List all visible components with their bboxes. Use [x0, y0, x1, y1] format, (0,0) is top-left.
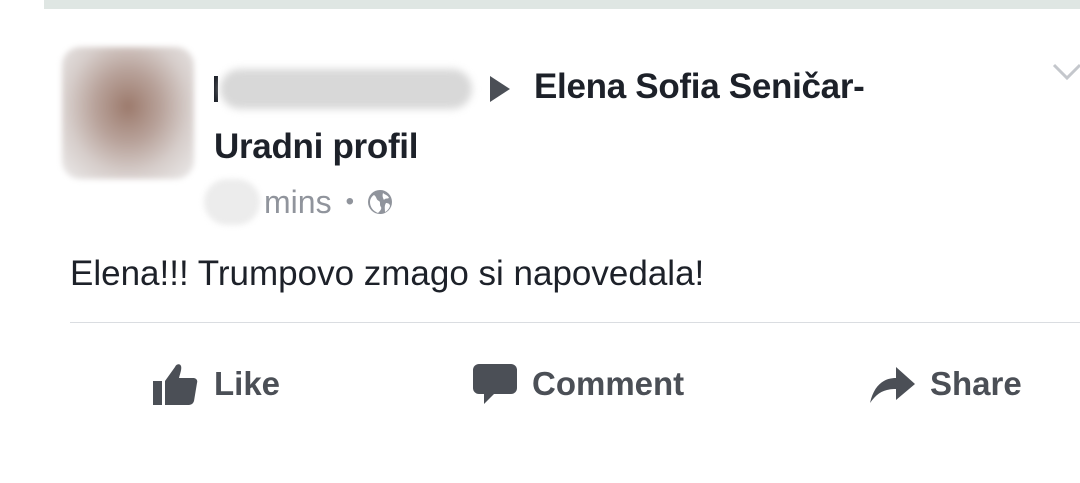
comment-button[interactable]: Comment — [472, 354, 684, 414]
post-meta: mins • — [204, 177, 394, 227]
chevron-down-icon[interactable] — [1052, 63, 1080, 81]
previous-card-edge — [44, 0, 1080, 9]
speech-bubble-icon — [473, 364, 517, 404]
timestamp[interactable]: mins — [264, 184, 332, 221]
avatar[interactable] — [62, 47, 194, 179]
post-header: Elena Sofia Seničar- Uradni profil — [214, 57, 974, 177]
time-value-redacted — [204, 179, 260, 225]
like-button[interactable]: Like — [152, 354, 280, 414]
share-arrow-icon — [870, 367, 915, 403]
action-bar: Like Comment Share — [0, 354, 1080, 414]
divider — [70, 322, 1080, 323]
globe-icon[interactable] — [366, 188, 394, 216]
author-line: Elena Sofia Seničar- — [214, 57, 974, 117]
target-profile-name-line2[interactable]: Uradni profil — [214, 117, 974, 177]
arrow-right-icon — [490, 75, 510, 102]
meta-separator: • — [345, 188, 354, 215]
like-label: Like — [214, 365, 281, 402]
target-profile-name[interactable]: Elena Sofia Seničar- — [534, 67, 865, 106]
post-card: Elena Sofia Seničar- Uradni profil mins … — [0, 9, 1080, 483]
comment-label: Comment — [532, 365, 685, 402]
author-name-redacted[interactable] — [220, 68, 472, 109]
share-button[interactable]: Share — [868, 354, 1022, 414]
page: Elena Sofia Seničar- Uradni profil mins … — [0, 0, 1080, 483]
thumbs-up-icon — [153, 364, 198, 405]
share-label: Share — [930, 365, 1022, 402]
post-text: Elena!!! Trumpovo zmago si napovedala! — [70, 254, 705, 293]
author-initial-fragment — [214, 75, 218, 102]
